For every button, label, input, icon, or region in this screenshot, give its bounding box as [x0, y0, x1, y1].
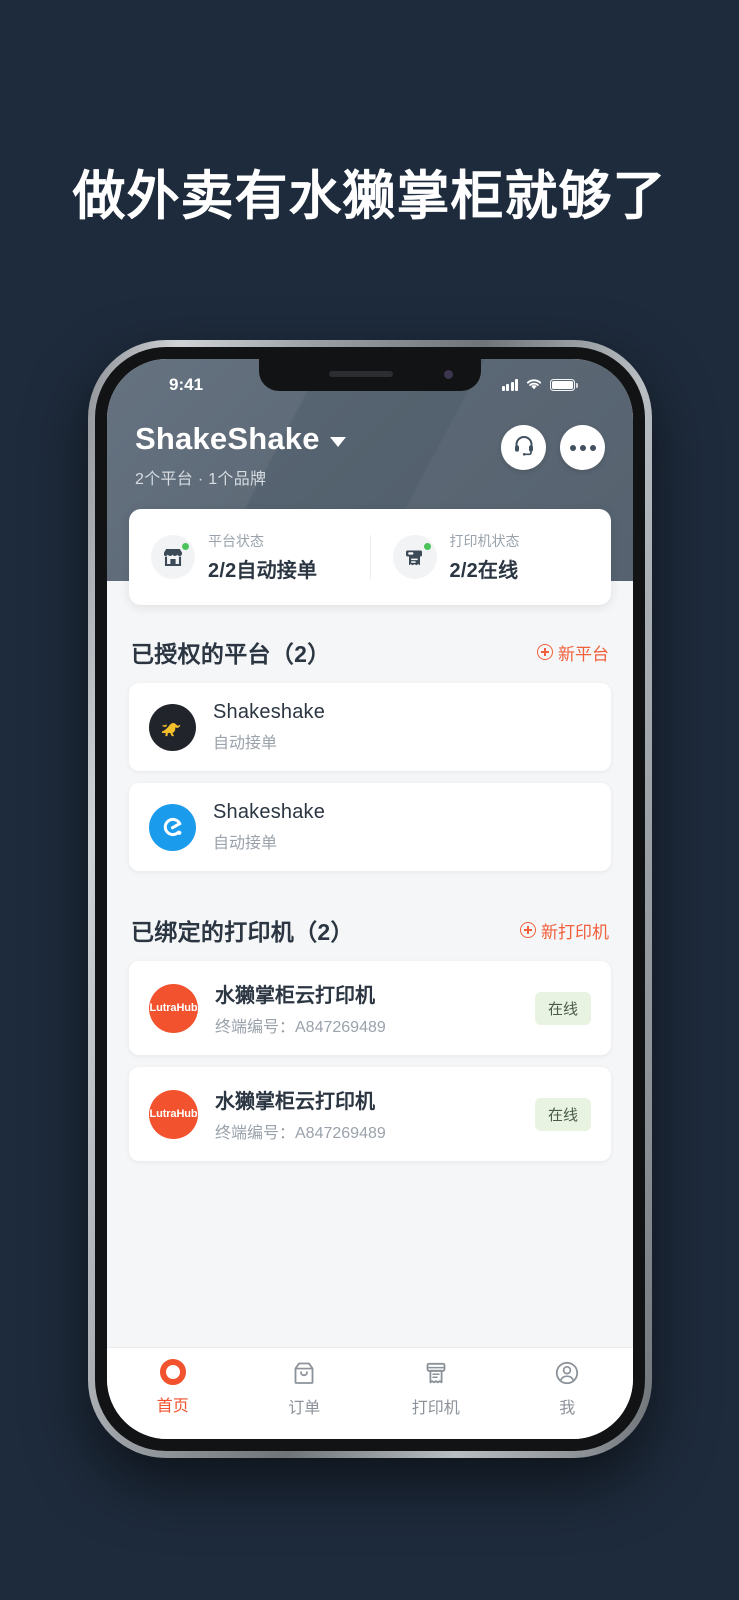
phone-screen: 9:41 ShakeShake 2个平台 · 1个品牌 平台状态 2/2自动接单…: [107, 359, 633, 1439]
platform-status: 自动接单: [213, 735, 278, 752]
printer-card[interactable]: LutraHub 水獭掌柜云打印机 终端编号：A847269489 在线: [129, 961, 611, 1055]
online-dot: [180, 541, 191, 552]
brand-subtitle: 2个平台 · 1个品牌: [135, 471, 267, 488]
platform-section-header: 已授权的平台（2） 新平台: [107, 605, 633, 683]
platform-name: Shakeshake: [213, 801, 326, 823]
more-dots-icon: [569, 444, 596, 451]
status-badge: 在线: [534, 1097, 591, 1131]
platform-card[interactable]: Shakeshake 自动接单: [129, 783, 611, 871]
printer-name: 水獭掌柜云打印机: [215, 985, 375, 1007]
earpiece-speaker: [329, 371, 394, 377]
tab-home-label: 首页: [156, 1398, 189, 1415]
status-summary-card: 平台状态 2/2自动接单 打印机状态 2/2在线: [129, 509, 611, 605]
headset-icon: [512, 433, 536, 462]
printer-icon: [392, 535, 437, 579]
status-badge: 在线: [534, 991, 591, 1025]
platform-status: 自动接单: [213, 835, 278, 852]
person-icon: [553, 1359, 581, 1387]
promo-page: 做外卖有水獭掌柜就够了 9:41 ShakeShake 2个平台 · 1个品牌 …: [0, 0, 739, 1600]
status-bar-time: 9:41: [169, 375, 204, 394]
printer-status-label: 打印机状态: [449, 533, 520, 549]
add-printer-label: 新打印机: [541, 922, 609, 942]
phone-bezel: 9:41 ShakeShake 2个平台 · 1个品牌 平台状态 2/2自动接单…: [95, 347, 645, 1451]
platform-status-cell[interactable]: 平台状态 2/2自动接单: [129, 531, 370, 583]
plus-circle-icon: [520, 922, 536, 938]
printer-name: 水獭掌柜云打印机: [215, 1091, 375, 1113]
bag-icon: [290, 1359, 318, 1387]
chevron-down-icon: [329, 437, 346, 447]
tab-printers[interactable]: 打印机: [370, 1359, 502, 1418]
platform-status-label: 平台状态: [208, 533, 264, 549]
printer-status-cell[interactable]: 打印机状态 2/2在线: [371, 531, 612, 583]
printer-status-value: 2/2在线: [449, 560, 519, 582]
platform-section-title: 已授权的平台（2）: [131, 641, 331, 667]
add-printer-button[interactable]: 新打印机: [520, 918, 609, 943]
online-dot: [421, 541, 433, 552]
printer-section-title: 已绑定的打印机（2）: [131, 919, 354, 945]
printer-icon: [422, 1359, 450, 1387]
app-body: 已授权的平台（2） 新平台 Shakeshake 自动接单 Shakeshake…: [107, 605, 633, 1161]
brand-selector[interactable]: ShakeShake: [135, 421, 346, 457]
tab-home[interactable]: 首页: [107, 1359, 239, 1416]
printer-serial: 终端编号：A847269489: [215, 1019, 386, 1036]
lutrahub-logo: LutraHub: [149, 1089, 198, 1139]
printer-section-header: 已绑定的打印机（2） 新打印机: [107, 883, 633, 961]
tab-bar: 首页 订单 打印机 我: [107, 1347, 633, 1439]
meituan-kangaroo-logo: [149, 703, 196, 751]
platform-name: Shakeshake: [213, 701, 326, 723]
brand-name: ShakeShake: [135, 421, 320, 456]
lutrahub-logo: LutraHub: [149, 983, 198, 1033]
platform-status-value: 2/2自动接单: [208, 560, 318, 582]
add-platform-label: 新平台: [558, 644, 609, 664]
plus-circle-icon: [537, 644, 553, 660]
printer-serial: 终端编号：A847269489: [215, 1125, 386, 1142]
tab-orders-label: 订单: [288, 1400, 321, 1417]
signal-bars-icon: [501, 379, 518, 391]
tab-profile[interactable]: 我: [502, 1359, 634, 1418]
promo-headline: 做外卖有水獭掌柜就够了: [72, 167, 667, 226]
platform-card[interactable]: Shakeshake 自动接单: [129, 683, 611, 771]
printer-card[interactable]: LutraHub 水獭掌柜云打印机 终端编号：A847269489 在线: [129, 1067, 611, 1161]
front-camera: [444, 370, 453, 379]
phone-mockup: 9:41 ShakeShake 2个平台 · 1个品牌 平台状态 2/2自动接单…: [88, 340, 652, 1458]
add-platform-button[interactable]: 新平台: [537, 640, 609, 665]
more-options-button[interactable]: [560, 425, 605, 470]
tab-orders[interactable]: 订单: [239, 1359, 371, 1418]
battery-full-icon: [550, 379, 578, 391]
notch: [259, 359, 481, 391]
tab-profile-label: 我: [559, 1400, 576, 1417]
home-ring-icon: [159, 1359, 186, 1385]
support-button[interactable]: [501, 425, 546, 470]
tab-printers-label: 打印机: [411, 1400, 460, 1417]
wifi-icon: [525, 375, 543, 395]
storefront-icon: [151, 535, 195, 579]
eleme-e-logo: [149, 803, 196, 851]
